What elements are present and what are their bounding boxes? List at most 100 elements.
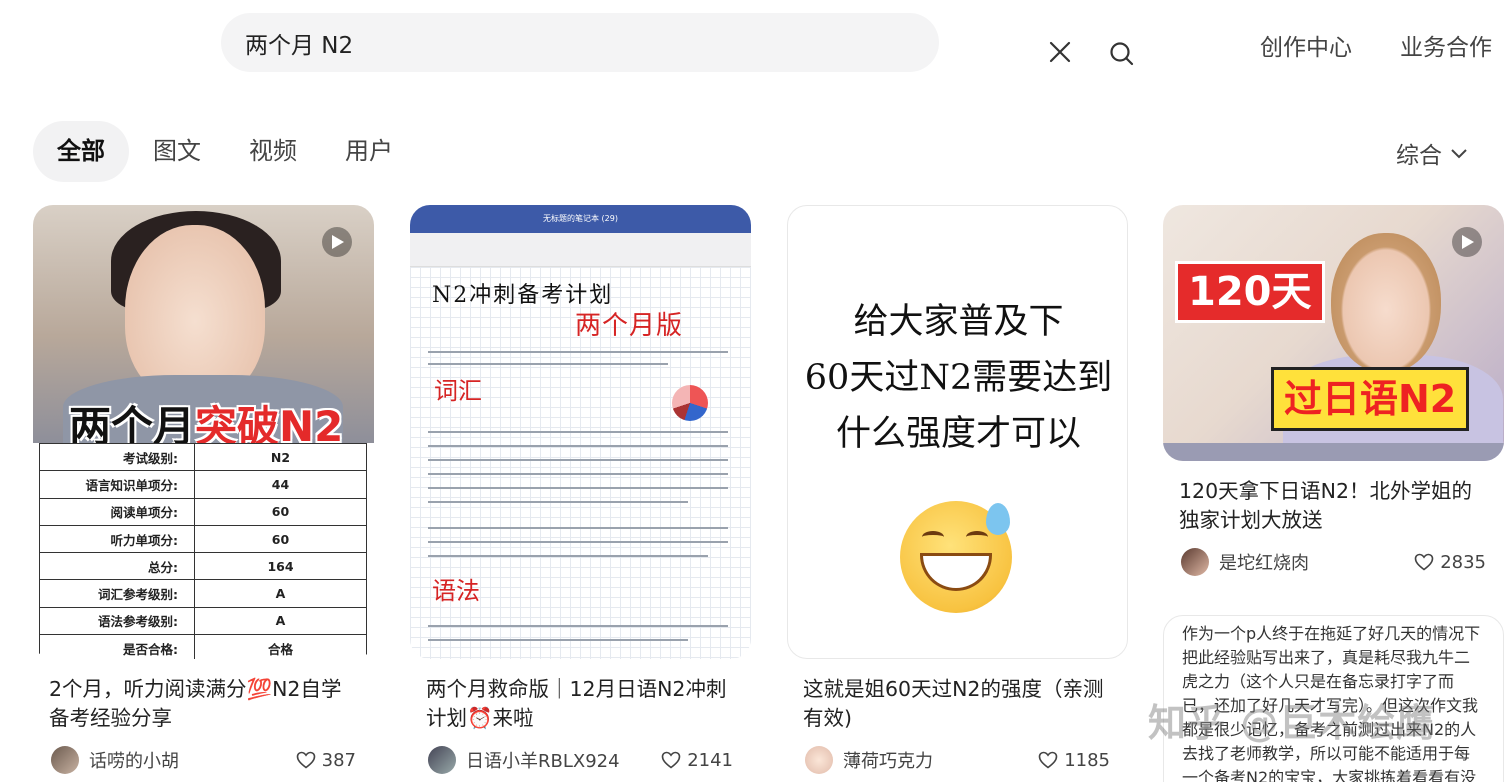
note-cover[interactable]: 无标题的笔记本 (29) N2冲刺备考计划 两个月版 词汇 语法 [410, 205, 751, 659]
like-button[interactable]: 2141 [661, 750, 733, 771]
note-text-preview: 作为一个p人终于在拖延了好几天的情况下把此经验贴写出来了，真是耗尽我九牛二虎之力… [1182, 624, 1481, 782]
note-title[interactable]: 120天拿下日语N2！北外学姐的独家计划大放送 [1163, 477, 1504, 535]
heart-icon [296, 751, 315, 769]
notebook-line [428, 363, 668, 365]
cover-label-n2: 过日语N2 [1271, 367, 1470, 431]
table-row: 语言知识单项分: 44 [39, 470, 367, 499]
author-name[interactable]: 是坨红烧肉 [1219, 549, 1309, 575]
like-count: 387 [321, 749, 356, 771]
emoji-mouth [920, 553, 992, 591]
note-title[interactable]: 两个月救命版｜12月日语N2冲刺计划⏰来啦 [410, 675, 751, 733]
notebook-line [428, 473, 728, 475]
table-cell: 164 [194, 552, 367, 581]
creator-center-link[interactable]: 创作中心 [1260, 28, 1352, 62]
avatar[interactable] [1181, 548, 1209, 576]
notebook-line [428, 351, 728, 353]
play-icon [322, 227, 352, 257]
note-author[interactable]: 薄荷巧克力 [805, 746, 933, 774]
note-author[interactable]: 日语小羊RBLX924 [428, 746, 620, 774]
cover-frame-bottom [1163, 443, 1504, 461]
business-link[interactable]: 业务合作 [1400, 28, 1492, 62]
notebook-tools [410, 233, 751, 267]
note-cover[interactable]: 120天 过日语N2 [1163, 205, 1504, 461]
table-row: 语法参考级别: A [39, 606, 367, 636]
avatar[interactable] [805, 746, 833, 774]
author-name[interactable]: 话唠的小胡 [89, 747, 179, 773]
note-card[interactable]: 两个月突破N2 考试级别: N2 语言知识单项分: 44 阅读单项分: 60 听力单项… [33, 205, 374, 774]
table-cell: N2 [194, 442, 367, 472]
author-name[interactable]: 日语小羊RBLX924 [466, 747, 620, 773]
table-cell: 语法参考级别: [39, 606, 195, 636]
header-links: 创作中心 业务合作 [1260, 28, 1492, 62]
table-row: 听力单项分: 60 [39, 524, 367, 554]
close-icon[interactable] [1049, 41, 1079, 71]
note-meta: 日语小羊RBLX924 2141 [410, 746, 751, 774]
search-input[interactable] [245, 27, 805, 59]
note-card[interactable]: 给大家普及下 60天过N2需要达到 什么强度才可以 这就是姐60天过N2的强度（… [787, 205, 1128, 774]
search-bar[interactable] [221, 13, 1134, 72]
notebook-line [428, 459, 728, 461]
sort-label: 综合 [1396, 143, 1442, 169]
table-cell: 44 [194, 470, 367, 499]
notebook-pie [672, 385, 708, 421]
cover-text-line: 60天过N2需要达到 [804, 358, 1113, 398]
notebook-toolbar: 无标题的笔记本 (29) [410, 205, 751, 233]
cover-photo-face [1331, 233, 1441, 373]
table-cell: 是否合格: [39, 634, 195, 659]
note-cover[interactable]: 两个月突破N2 考试级别: N2 语言知识单项分: 44 阅读单项分: 60 听力单项… [33, 205, 374, 659]
avatar[interactable] [428, 746, 456, 774]
play-icon [1452, 227, 1482, 257]
grinning-sweat-emoji-icon [900, 501, 1012, 613]
author-name[interactable]: 薄荷巧克力 [843, 747, 933, 773]
tab-users[interactable]: 用户 [321, 121, 417, 182]
like-button[interactable]: 2835 [1414, 552, 1486, 573]
cover-label-days: 120天 [1175, 261, 1325, 323]
table-cell: 总分: [39, 552, 195, 581]
heart-icon [661, 751, 681, 769]
cover-text-line: 给大家普及下 [853, 302, 1064, 342]
note-cover[interactable]: 给大家普及下 60天过N2需要达到 什么强度才可以 [787, 205, 1128, 659]
notebook-line [428, 501, 688, 503]
cover-photo-face [125, 225, 265, 400]
table-row: 总分: 164 [39, 552, 367, 581]
like-count: 2141 [687, 749, 733, 771]
table-cell: A [194, 606, 367, 636]
notebook-section-vocab: 词汇 [434, 377, 482, 405]
emoji-sweat-drop [986, 503, 1010, 535]
table-row: 是否合格: 合格 [39, 634, 367, 659]
note-card-text[interactable]: 作为一个p人终于在拖延了好几天的情况下把此经验贴写出来了，真是耗尽我九牛二虎之力… [1163, 615, 1504, 782]
table-cell: 阅读单项分: [39, 497, 195, 526]
tab-image-text[interactable]: 图文 [129, 121, 225, 182]
note-card[interactable]: 无标题的笔记本 (29) N2冲刺备考计划 两个月版 词汇 语法 两个月救命版｜… [410, 205, 751, 774]
cover-text: 给大家普及下 60天过N2需要达到 什么强度才可以 [788, 294, 1127, 462]
notebook-section-grammar: 语法 [432, 577, 480, 605]
heart-icon [1414, 553, 1434, 571]
note-author[interactable]: 话唠的小胡 [51, 746, 179, 774]
note-author[interactable]: 是坨红烧肉 [1181, 548, 1309, 576]
notebook-line [428, 625, 728, 627]
table-cell: 词汇参考级别: [39, 579, 195, 608]
note-title[interactable]: 2个月，听力阅读满分💯N2自学备考经验分享 [33, 675, 374, 733]
search-icon[interactable] [1109, 41, 1139, 71]
tab-video[interactable]: 视频 [225, 121, 321, 182]
like-button[interactable]: 387 [296, 750, 356, 771]
avatar[interactable] [51, 746, 79, 774]
cover-text-line: 什么强度才可以 [835, 414, 1081, 454]
table-cell: 听力单项分: [39, 524, 195, 554]
tab-all[interactable]: 全部 [33, 121, 129, 182]
note-title[interactable]: 这就是姐60天过N2的强度（亲测有效) [787, 675, 1128, 733]
notebook-line [428, 431, 728, 433]
note-meta: 薄荷巧克力 1185 [787, 746, 1128, 774]
emoji-eye [922, 531, 944, 543]
table-cell: 语言知识单项分: [39, 470, 195, 499]
table-row: 词汇参考级别: A [39, 579, 367, 608]
table-cell: 考试级别: [39, 442, 195, 472]
score-table: 考试级别: N2 语言知识单项分: 44 阅读单项分: 60 听力单项分: 60 总分:… [39, 442, 367, 659]
table-cell: A [194, 579, 367, 608]
notebook-line [428, 527, 728, 529]
sort-dropdown[interactable]: 综合 [1396, 136, 1468, 170]
like-count: 2835 [1440, 551, 1486, 573]
notebook-subheading: 两个月版 [575, 311, 684, 341]
note-card[interactable]: 120天 过日语N2 120天拿下日语N2！北外学姐的独家计划大放送 是坨红烧肉… [1163, 205, 1504, 576]
like-button[interactable]: 1185 [1038, 750, 1110, 771]
